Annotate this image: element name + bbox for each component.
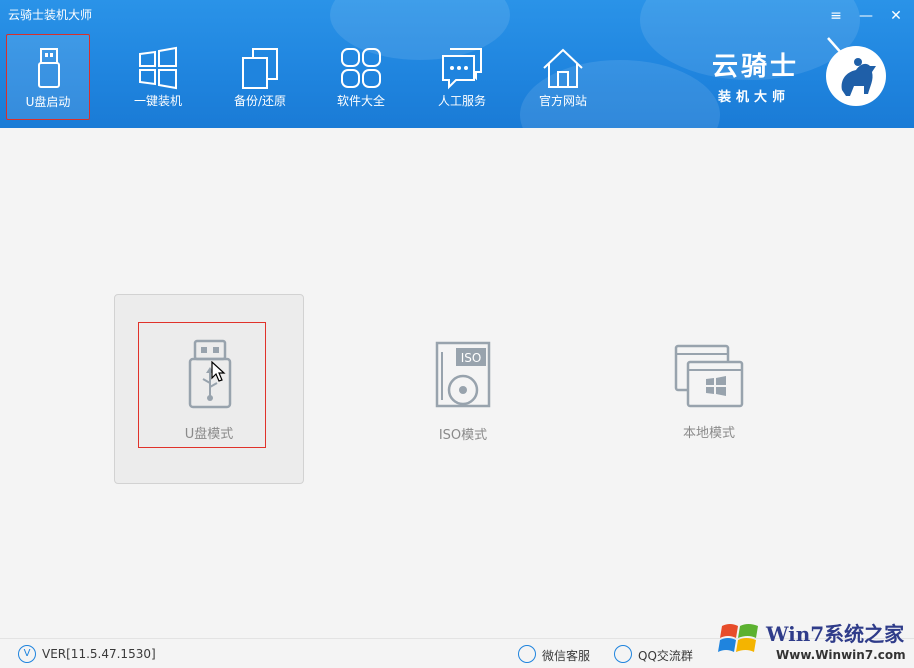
nav-label: 人工服务	[437, 94, 486, 108]
chat-icon	[442, 48, 482, 90]
brand-title: 云骑士	[712, 52, 800, 82]
brand-subtitle: 装机大师	[718, 90, 791, 105]
mode-label: ISO模式	[438, 428, 488, 443]
version-label: VER[11.5.47.1530]	[42, 647, 156, 661]
wechat-icon[interactable]	[518, 645, 536, 663]
mode-local[interactable]: 本地模式	[614, 294, 804, 484]
nav-official-site[interactable]: 官方网站	[521, 34, 605, 120]
app-title: 云骑士装机大师	[8, 8, 93, 22]
minimize-button[interactable]: —	[856, 6, 876, 26]
windows-icon	[139, 46, 177, 90]
nav-software[interactable]: 软件大全	[319, 34, 403, 120]
nav-label: 官方网站	[538, 94, 587, 108]
home-icon	[543, 48, 583, 88]
nav-label: U盘启动	[25, 95, 71, 109]
brand: 云骑士 装机大师	[712, 37, 902, 110]
wechat-service-link[interactable]: 微信客服	[542, 647, 590, 664]
nav-backup-restore[interactable]: 备份/还原	[218, 34, 302, 120]
usb-drive-icon	[38, 48, 60, 88]
mode-iso[interactable]: ISO ISO模式	[368, 294, 558, 484]
version-icon: V	[18, 645, 36, 663]
nav-label: 软件大全	[336, 94, 385, 108]
qq-group-link[interactable]: QQ交流群	[638, 647, 693, 664]
nav-label: 备份/还原	[233, 94, 287, 108]
mode-label: 本地模式	[682, 426, 735, 441]
knight-logo-icon	[826, 37, 886, 106]
nav-label: 一键装机	[133, 94, 182, 108]
apps-grid-icon	[341, 48, 381, 88]
iso-disc-icon: ISO	[435, 341, 491, 408]
backup-restore-icon	[242, 48, 278, 89]
mode-usb[interactable]: U盘模式	[114, 294, 304, 484]
watermark: Win7系统之家 Www.Winwin7.com	[716, 612, 914, 668]
close-button[interactable]: ✕	[886, 6, 906, 26]
main-content: U盘模式 ISO ISO模式 本地模式	[0, 128, 914, 638]
qq-icon[interactable]	[614, 645, 632, 663]
mouse-cursor-icon	[211, 361, 226, 382]
mode-label: U盘模式	[184, 427, 234, 442]
local-mode-icon	[674, 344, 744, 408]
iso-tag: ISO	[461, 351, 482, 365]
nav-one-click-install[interactable]: 一键装机	[116, 34, 200, 120]
watermark-url: Www.Winwin7.com	[776, 648, 906, 662]
nav-usb-boot[interactable]: U盘启动	[6, 34, 90, 120]
watermark-text: Win7系统之家	[766, 622, 905, 646]
title-bar: 云骑士装机大师 ≡ — ✕ U盘启动 一键装机 备份/还原 软件大全 人工服务 …	[0, 0, 914, 128]
windows-flag-icon	[718, 624, 758, 652]
menu-button[interactable]: ≡	[826, 6, 846, 26]
nav-manual-service[interactable]: 人工服务	[420, 34, 504, 120]
